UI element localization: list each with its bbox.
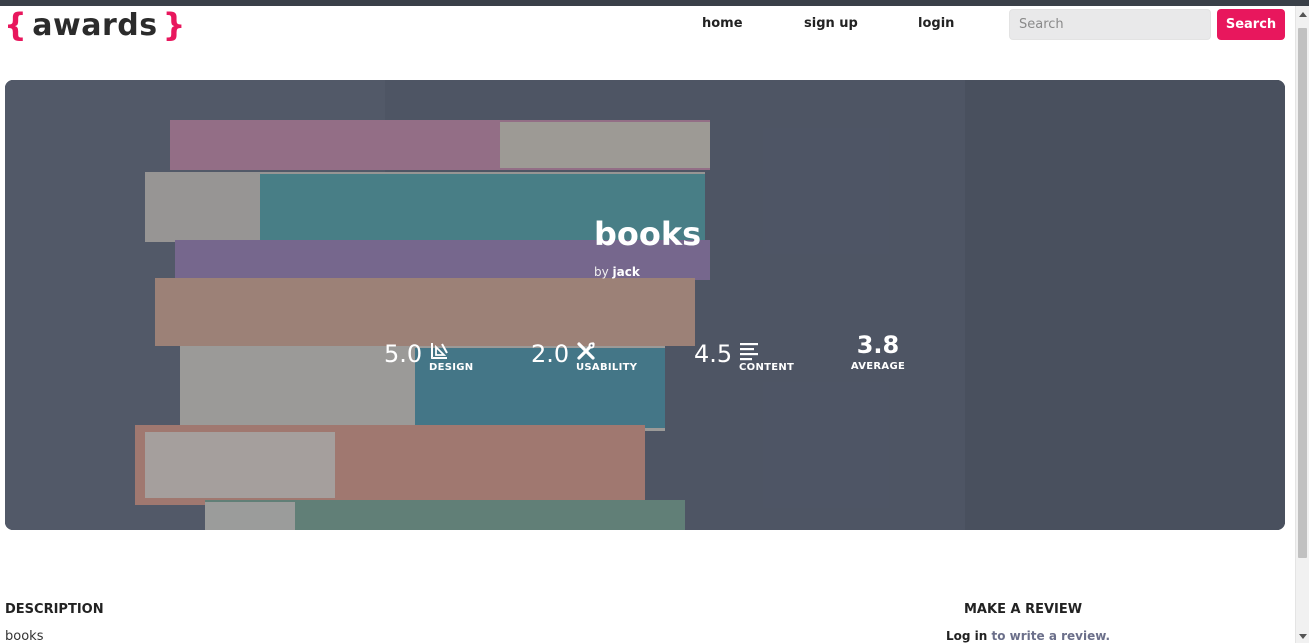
search-input[interactable] xyxy=(1009,9,1211,40)
logo-text: awards xyxy=(32,7,158,43)
tools-icon xyxy=(577,342,595,360)
review-heading: MAKE A REVIEW xyxy=(964,602,1083,617)
average-score: 3.8 AVERAGE xyxy=(843,331,913,372)
review-prompt-suffix: to write a review. xyxy=(987,629,1111,643)
average-score-value: 3.8 xyxy=(856,331,900,359)
review-login-link[interactable]: Log in xyxy=(946,629,987,643)
design-score-label: DESIGN xyxy=(429,362,474,373)
description-heading: DESCRIPTION xyxy=(5,602,104,617)
logo-open-brace: { xyxy=(4,6,28,44)
content-score-label: CONTENT xyxy=(739,362,795,373)
average-score-label: AVERAGE xyxy=(850,361,906,372)
logo-close-brace: } xyxy=(162,6,186,44)
project-author-link[interactable]: jack xyxy=(613,265,640,279)
project-hero-banner: books by jack 5.0 DESIGN 2.0 USABILITY 4… xyxy=(5,80,1285,530)
brand-logo[interactable]: { awards } xyxy=(4,6,186,44)
page-scrollbar[interactable] xyxy=(1295,6,1309,643)
nav-signup-link[interactable]: sign up xyxy=(804,16,858,31)
project-byline: by jack xyxy=(594,265,640,279)
description-text: books xyxy=(5,629,44,643)
hero-overlay xyxy=(5,80,1285,530)
drafting-tools-icon xyxy=(431,343,448,359)
usability-score-value: 2.0 xyxy=(531,340,570,368)
review-login-prompt: Log in to write a review. xyxy=(946,629,1110,643)
scroll-down-arrow-icon[interactable] xyxy=(1299,634,1307,639)
usability-score-label: USABILITY xyxy=(576,362,638,373)
window-top-strip xyxy=(0,0,1309,6)
text-lines-icon xyxy=(740,343,758,361)
scroll-up-arrow-icon[interactable] xyxy=(1299,12,1307,17)
byline-prefix: by xyxy=(594,265,609,279)
search-button[interactable]: Search xyxy=(1217,9,1285,40)
project-title: books xyxy=(594,215,702,253)
content-score-value: 4.5 xyxy=(694,340,733,368)
nav-login-link[interactable]: login xyxy=(918,16,954,31)
scrollbar-thumb[interactable] xyxy=(1298,28,1307,558)
design-score-value: 5.0 xyxy=(384,340,423,368)
nav-home-link[interactable]: home xyxy=(702,16,743,31)
